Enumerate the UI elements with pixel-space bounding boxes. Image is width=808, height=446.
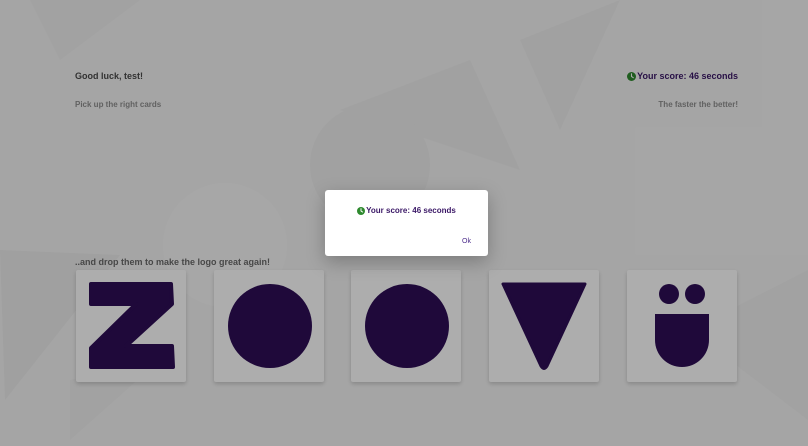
score-dialog: Your score: 46 seconds Ok	[325, 190, 488, 256]
dialog-score: Your score: 46 seconds	[325, 206, 488, 216]
ok-button[interactable]: Ok	[460, 236, 473, 247]
clock-icon	[357, 207, 366, 215]
dialog-score-text: Your score: 46 seconds	[366, 206, 456, 215]
